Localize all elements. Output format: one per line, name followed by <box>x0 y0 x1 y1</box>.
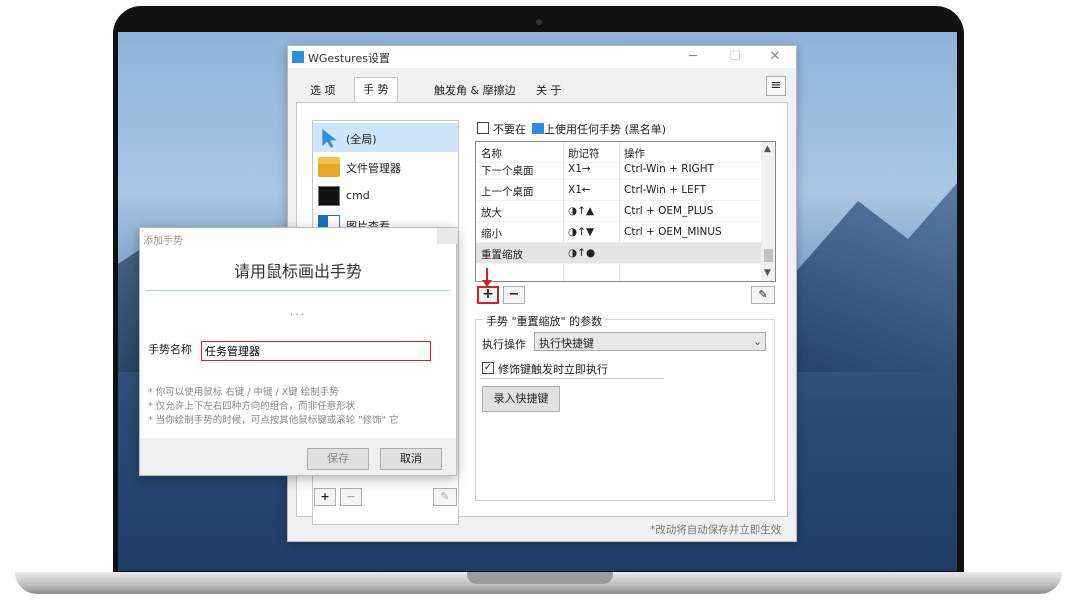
app-item-label: cmd <box>346 189 370 202</box>
app-item-label: (全局) <box>346 133 377 146</box>
tab-about[interactable]: 关 于 <box>528 79 570 102</box>
cell-name: 缩小 <box>481 228 502 240</box>
add-app-button[interactable]: + <box>314 488 336 506</box>
params-title: 手势 "重置缩放" 的参数 <box>483 313 606 329</box>
scrollbar-thumb[interactable] <box>764 249 773 262</box>
cell-mnemonic: X1→ <box>568 163 591 175</box>
remove-app-button[interactable]: − <box>340 488 362 506</box>
tab-gestures[interactable]: 手 势 <box>354 77 398 103</box>
chevron-down-icon: ⌄ <box>753 335 763 348</box>
cell-mnemonic: X1← <box>568 184 591 196</box>
minimize-button[interactable]: ─ <box>680 48 706 66</box>
tip-text: * 当你绘制手势的时候，可点按其他鼠标键或滚轮 "修饰" 它 <box>148 415 399 426</box>
action-select-value: 执行快捷键 <box>539 337 594 350</box>
cell-mnemonic: ◑↑▲ <box>568 205 595 217</box>
laptop-notch <box>467 572 613 584</box>
app-item-global[interactable]: (全局) <box>313 123 458 152</box>
maximize-button[interactable]: ☐ <box>722 48 748 66</box>
app-item-cmd[interactable]: cmd <box>313 181 458 210</box>
edit-gesture-button[interactable]: ✎ <box>751 286 775 304</box>
cancel-button[interactable]: 取消 <box>380 448 442 470</box>
cell-mnemonic: ◑↑● <box>568 247 596 259</box>
app-item-file-manager[interactable]: 文件管理器 <box>313 152 458 181</box>
footer-note: *改动将自动保存并立即生效 <box>650 524 782 536</box>
cell-name: 下一个桌面 <box>481 165 534 177</box>
modifier-checkbox[interactable]: ✓ <box>482 362 494 374</box>
tab-options[interactable]: 选 项 <box>302 79 344 102</box>
camera-icon <box>536 19 542 25</box>
action-label: 执行操作 <box>482 338 526 351</box>
cursor-icon <box>322 129 337 148</box>
window-title: WGestures设置 <box>308 52 390 65</box>
divider <box>480 378 664 379</box>
scroll-up-icon[interactable]: ▲ <box>764 144 771 154</box>
action-select[interactable]: 执行快捷键 ⌄ <box>534 332 766 351</box>
app-item-label: 文件管理器 <box>346 162 401 175</box>
cell-name: 上一个桌面 <box>481 186 534 198</box>
add-gesture-button[interactable]: + <box>477 286 499 304</box>
remove-gesture-button[interactable]: − <box>503 286 525 304</box>
cell-name: 放大 <box>481 207 502 219</box>
cell-action: Ctrl + OEM_MINUS <box>624 226 722 238</box>
gesture-draw-area[interactable]: ··· <box>140 308 456 321</box>
tab-hot-corners[interactable]: 触发角 & 摩擦边 <box>426 79 524 102</box>
folder-icon <box>318 157 340 177</box>
cell-action: Ctrl-Win + RIGHT <box>624 163 715 175</box>
tip-text: * 你可以使用鼠标 右键 / 中键 / X键 绘制手势 <box>148 387 339 398</box>
cell-action: Ctrl + OEM_PLUS <box>624 205 714 217</box>
cell-action: Ctrl-Win + LEFT <box>624 184 706 196</box>
column-divider <box>563 142 564 281</box>
app-icon <box>292 51 304 63</box>
gesture-table[interactable]: 名称 助记符 操作 下一个桌面 X1→ Ctrl-Win + RIGHT 上一个… <box>475 141 776 282</box>
cell-name: 重置缩放 <box>481 249 523 261</box>
menu-button[interactable]: ≡ <box>766 76 786 96</box>
blacklist-checkbox[interactable] <box>477 122 489 134</box>
gesture-name-label: 手势名称 <box>148 343 192 356</box>
add-gesture-dialog: 添加手势 请用鼠标画出手势 ··· 手势名称 * 你可以使用鼠标 右键 / 中键… <box>139 227 457 476</box>
close-button[interactable]: ✕ <box>762 48 788 66</box>
edit-app-button[interactable]: ✎ <box>433 488 457 506</box>
record-shortcut-button[interactable]: 录入快捷键 <box>482 386 560 412</box>
tip-text: * 仅允许上下左右四种方向的组合，而非任意形状 <box>148 401 356 412</box>
cursor-icon <box>532 123 544 134</box>
scroll-down-icon[interactable]: ▼ <box>764 268 771 278</box>
title-bar[interactable]: WGestures设置 ─ ☐ ✕ <box>288 46 796 68</box>
dialog-title: 添加手势 <box>143 236 183 247</box>
divider <box>146 290 450 291</box>
column-divider <box>619 142 620 281</box>
dialog-close-button[interactable] <box>437 228 457 244</box>
dialog-heading: 请用鼠标画出手势 <box>233 262 362 281</box>
cell-mnemonic: ◑↑▼ <box>568 226 595 238</box>
save-button[interactable]: 保存 <box>307 448 369 470</box>
modifier-checkbox-label: 修饰键触发时立即执行 <box>498 363 608 376</box>
gesture-name-input[interactable] <box>201 341 431 361</box>
terminal-icon <box>318 186 340 206</box>
blacklist-label: 不要在 上使用任何手势 (黑名单) <box>493 123 667 136</box>
